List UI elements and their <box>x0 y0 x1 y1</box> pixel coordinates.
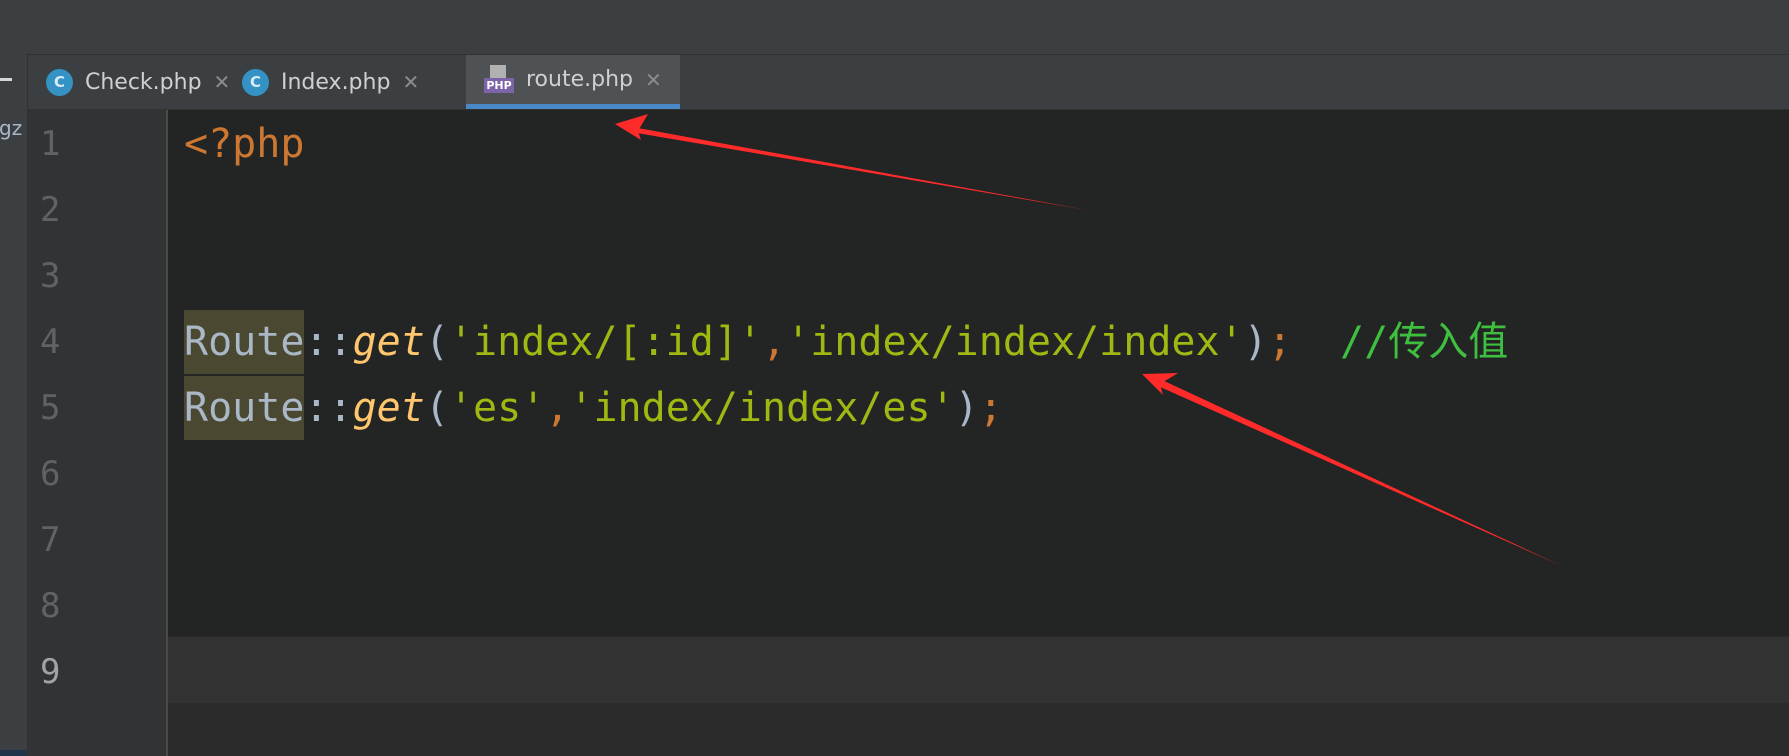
scope-operator: :: <box>304 319 353 365</box>
method-name: get <box>352 385 425 431</box>
scope-operator: :: <box>304 385 353 431</box>
line-number: 1 <box>40 124 61 164</box>
code-line-5[interactable]: Route::get('es','index/index/es'); <box>184 376 1003 440</box>
tab-label: Index.php <box>281 69 391 95</box>
route-class-token: Route <box>184 376 305 440</box>
semicolon: ; <box>1267 319 1292 365</box>
string-literal: 'index/index/es' <box>569 385 955 431</box>
comma: , <box>762 319 787 365</box>
editor-tab-bar: C Check.php ✕ C Index.php ✕ PHP route.ph… <box>28 55 1789 110</box>
code-block-area[interactable] <box>168 110 1789 636</box>
line-number-gutter[interactable]: 1 2 3 4 5 6 7 8 9 <box>28 110 168 756</box>
current-line-number: 9 <box>40 652 61 692</box>
route-class-token: Route <box>184 310 305 374</box>
panel-bottom-marker <box>0 750 27 756</box>
collapse-icon[interactable] <box>0 78 12 81</box>
tab-index-php[interactable]: C Index.php ✕ <box>224 55 419 109</box>
project-tree-truncated-label[interactable]: gz <box>0 116 22 140</box>
php-file-icon: PHP <box>484 64 514 95</box>
line-number: 5 <box>40 388 61 428</box>
line-number: 4 <box>40 322 61 362</box>
php-file-icon-plate: PHP <box>484 77 514 93</box>
class-icon: C <box>242 68 269 96</box>
method-name: get <box>352 319 425 365</box>
code-line-1[interactable]: <?php <box>184 119 304 169</box>
paren-close: ) <box>954 385 979 431</box>
string-literal: 'index/index/index' <box>786 319 1244 365</box>
code-line-4[interactable]: Route::get('index/[:id]','index/index/in… <box>184 310 1509 374</box>
php-file-icon-doc <box>490 64 506 79</box>
paren-open: ( <box>424 319 449 365</box>
tab-route-php[interactable]: PHP route.php ✕ <box>466 55 680 109</box>
tab-label: Check.php <box>85 69 202 95</box>
tab-label: route.php <box>526 67 633 92</box>
line-comment: //传入值 <box>1340 319 1509 365</box>
line-number: 7 <box>40 520 61 560</box>
close-icon[interactable]: ✕ <box>402 70 419 94</box>
string-literal: 'es' <box>448 385 546 431</box>
class-icon: C <box>46 68 73 96</box>
close-icon[interactable]: ✕ <box>645 68 662 92</box>
semicolon: ; <box>978 385 1003 431</box>
current-line-highlight[interactable] <box>168 637 1789 703</box>
code-editor[interactable]: <?php Route::get('index/[:id]','index/in… <box>168 110 1789 703</box>
title-bar <box>0 0 1789 55</box>
paren-open: ( <box>424 385 449 431</box>
line-number: 2 <box>40 190 61 230</box>
comma: , <box>545 385 570 431</box>
paren-close: ) <box>1243 319 1268 365</box>
string-literal: 'index/[:id]' <box>448 319 763 365</box>
line-number: 6 <box>40 454 61 494</box>
tab-check-php[interactable]: C Check.php ✕ <box>28 55 230 109</box>
line-number: 3 <box>40 256 61 296</box>
php-open-tag: <?php <box>184 121 305 167</box>
project-panel-edge[interactable]: gz <box>0 54 28 756</box>
line-number: 8 <box>40 586 61 626</box>
